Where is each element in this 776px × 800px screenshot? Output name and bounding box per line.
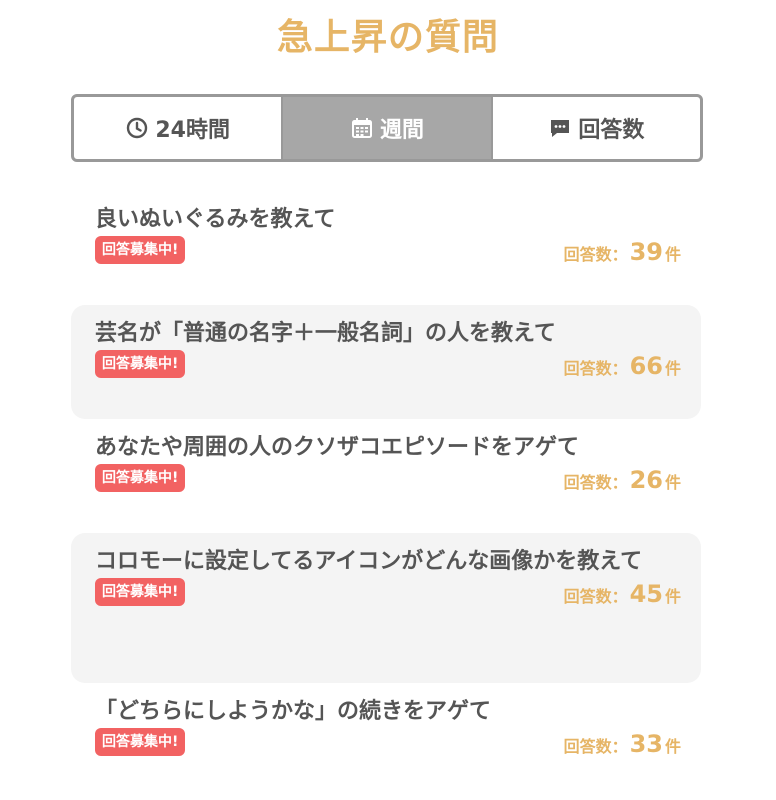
tab-answer-count[interactable]: 回答数 xyxy=(490,97,700,159)
comment-icon xyxy=(548,116,572,140)
period-tabs: 24時間 週間 回答数 xyxy=(71,94,703,162)
answer-count: 回答数：26 件 xyxy=(563,466,681,494)
recruiting-badge: 回答募集中! xyxy=(95,464,186,492)
tab-24h[interactable]: 24時間 xyxy=(74,97,281,159)
answer-count: 回答数：39 件 xyxy=(563,238,681,266)
tab-24h-label: 24時間 xyxy=(155,118,230,143)
question-list: 良いぬいぐるみを教えて 回答募集中! 回答数：39 件 芸名が「普通の名字＋一般名… xyxy=(71,191,701,797)
question-text: 「どちらにしようかな」の続きをアゲて xyxy=(95,699,492,724)
recruiting-badge: 回答募集中! xyxy=(95,350,186,378)
answer-count: 回答数：45 件 xyxy=(563,580,681,608)
tab-weekly-label: 週間 xyxy=(379,118,424,143)
clock-icon xyxy=(125,116,149,140)
question-item[interactable]: 「どちらにしようかな」の続きをアゲて 回答募集中! 回答数：33 件 xyxy=(71,683,701,797)
question-item[interactable]: 良いぬいぐるみを教えて 回答募集中! 回答数：39 件 xyxy=(71,191,701,305)
page-title: 急上昇の質問 xyxy=(276,17,499,58)
answer-count: 回答数：66 件 xyxy=(563,352,681,380)
answer-count: 回答数：33 件 xyxy=(563,730,681,758)
recruiting-badge: 回答募集中! xyxy=(95,728,186,756)
question-item[interactable]: あなたや周囲の人のクソザコエピソードをアゲて 回答募集中! 回答数：26 件 xyxy=(71,419,701,533)
tab-weekly[interactable]: 週間 xyxy=(281,97,491,159)
recruiting-badge: 回答募集中! xyxy=(95,578,186,606)
question-text: あなたや周囲の人のクソザコエピソードをアゲて xyxy=(95,435,580,460)
tab-answer-count-label: 回答数 xyxy=(578,118,645,143)
recruiting-badge: 回答募集中! xyxy=(95,236,186,264)
question-item[interactable]: 芸名が「普通の名字＋一般名詞」の人を教えて 回答募集中! 回答数：66 件 xyxy=(71,305,701,419)
question-text: 芸名が「普通の名字＋一般名詞」の人を教えて xyxy=(95,321,556,346)
question-text: コロモーに設定してるアイコンがどんな画像かを教えて xyxy=(95,549,643,574)
question-item[interactable]: コロモーに設定してるアイコンがどんな画像かを教えて 回答募集中! 回答数：45 件 xyxy=(71,533,701,683)
calendar-icon xyxy=(350,116,374,140)
question-text: 良いぬいぐるみを教えて xyxy=(95,207,336,232)
